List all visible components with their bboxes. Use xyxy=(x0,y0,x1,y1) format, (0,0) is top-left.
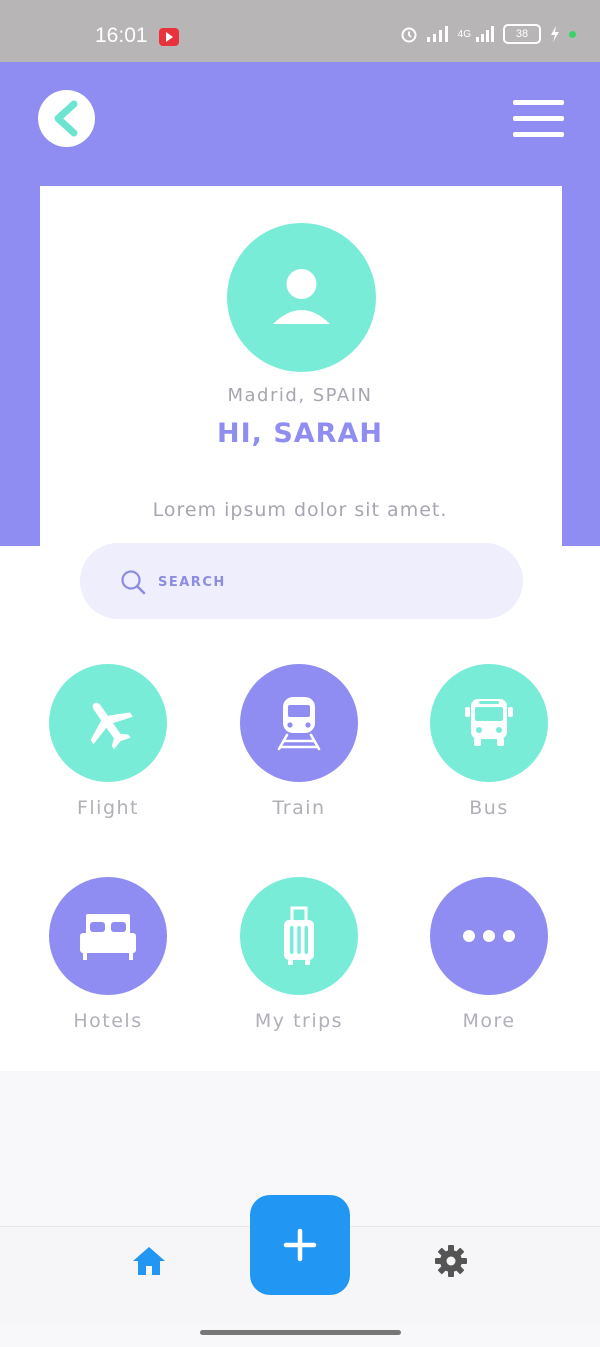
user-icon xyxy=(273,269,330,324)
avatar[interactable] xyxy=(227,223,376,372)
category-label: Train xyxy=(272,797,326,819)
airplane-icon xyxy=(90,702,133,750)
category-label: Hotels xyxy=(73,1010,143,1032)
youtube-notification-icon xyxy=(159,28,179,46)
category-label: My trips xyxy=(254,1010,344,1032)
network-type: 4G xyxy=(457,28,471,40)
profile-subtitle: Lorem ipsum dolor sit amet. xyxy=(152,499,448,521)
bed-icon xyxy=(80,914,136,960)
nav-home-button[interactable] xyxy=(132,1246,166,1276)
back-button[interactable] xyxy=(38,90,95,147)
luggage-icon xyxy=(284,906,314,965)
nav-settings-button[interactable] xyxy=(434,1244,468,1278)
category-icon-circle xyxy=(430,877,548,995)
menu-button[interactable] xyxy=(513,100,564,137)
category-more[interactable]: More xyxy=(409,877,569,1047)
search-input[interactable] xyxy=(156,567,500,597)
category-icon-circle xyxy=(49,664,167,782)
category-my-trips[interactable]: My trips xyxy=(219,877,379,1047)
active-dot-icon xyxy=(569,30,576,38)
plus-icon xyxy=(283,1228,317,1262)
add-button[interactable] xyxy=(250,1195,350,1295)
category-label: More xyxy=(462,1010,516,1032)
home-icon xyxy=(133,1247,165,1275)
category-label: Flight xyxy=(76,797,140,819)
category-icon-circle xyxy=(240,877,358,995)
category-flight[interactable]: Flight xyxy=(28,664,188,834)
gear-icon xyxy=(435,1245,467,1277)
alarm-icon xyxy=(401,27,417,43)
category-bus[interactable]: Bus xyxy=(409,664,569,834)
category-train[interactable]: Train xyxy=(219,664,379,834)
search-icon xyxy=(121,570,146,595)
status-icons: 4G 38 xyxy=(400,24,576,44)
category-icon-circle xyxy=(49,877,167,995)
greeting-title: HI, SARAH xyxy=(217,418,383,449)
battery-indicator: 38 xyxy=(503,24,541,44)
signal-icon-2 xyxy=(476,26,494,42)
search-bar[interactable] xyxy=(80,543,523,619)
bus-icon xyxy=(465,699,513,746)
home-indicator[interactable] xyxy=(200,1330,401,1335)
category-icon-circle xyxy=(240,664,358,782)
charging-icon xyxy=(551,26,559,42)
category-hotels[interactable]: Hotels xyxy=(28,877,188,1047)
hamburger-menu-icon xyxy=(513,100,564,105)
status-bar: 16:01 4G 38 xyxy=(0,0,600,62)
more-dots-icon xyxy=(463,930,515,942)
signal-icon xyxy=(426,26,448,42)
category-label: Bus xyxy=(469,797,509,819)
train-icon xyxy=(277,697,321,751)
category-icon-circle xyxy=(430,664,548,782)
status-time: 16:01 xyxy=(95,24,148,47)
user-location: Madrid, SPAIN xyxy=(227,385,373,406)
chevron-left-icon xyxy=(54,100,78,137)
